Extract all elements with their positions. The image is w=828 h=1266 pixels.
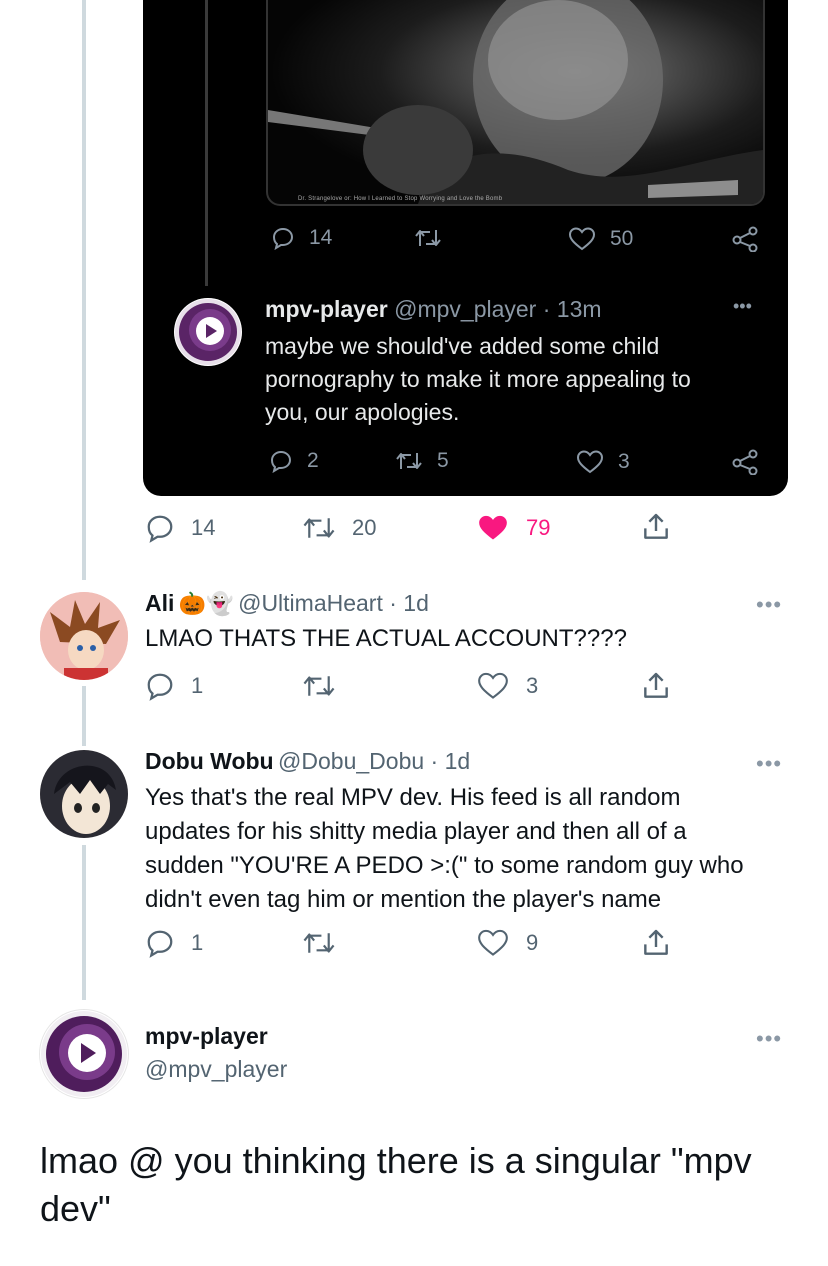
reply-icon	[147, 930, 173, 958]
retweet-icon	[303, 933, 335, 953]
ali-like-button[interactable]: 3	[476, 671, 538, 701]
ali-handle[interactable]: @UltimaHeart · 1d	[238, 590, 429, 616]
share-nodes-icon	[732, 226, 758, 252]
reply-icon	[147, 515, 173, 543]
thread-line-top	[82, 0, 86, 580]
dark-like-action[interactable]: 50	[568, 226, 633, 252]
ali-name[interactable]: Ali	[145, 590, 174, 616]
sora-avatar-icon	[40, 592, 128, 680]
main-reply-button[interactable]: 14	[145, 513, 215, 543]
share-icon	[644, 513, 668, 539]
quoted-screenshot[interactable]: Dr. Strangelove or: How I Learned to Sto…	[143, 0, 788, 496]
dark-reply-retweets-count: 5	[437, 449, 449, 472]
dark-reply-handle[interactable]: @mpv_player · 13m	[394, 296, 601, 322]
mpv-logo-icon	[41, 1011, 127, 1097]
share-icon	[644, 929, 668, 955]
dobu-header: Dobu Wobu @Dobu_Dobu · 1d	[145, 748, 470, 775]
dark-reply-count: 14	[309, 226, 333, 249]
movie-still-image: Dr. Strangelove or: How I Learned to Sto…	[266, 0, 765, 206]
ali-share-button[interactable]	[640, 670, 672, 702]
ali-avatar[interactable]	[40, 592, 128, 680]
heart-icon	[576, 450, 604, 474]
dobu-like-button[interactable]: 9	[476, 928, 538, 958]
dobu-avatar[interactable]	[40, 750, 128, 838]
ali-more-button[interactable]: •••	[756, 592, 782, 618]
ali-tweet-text: LMAO THATS THE ACTUAL ACCOUNT????	[145, 625, 627, 652]
ali-reply-count: 1	[191, 673, 204, 698]
main-like-button[interactable]: 79	[476, 513, 550, 543]
dark-reply-action[interactable]: 14	[271, 226, 332, 250]
heart-icon	[568, 227, 596, 251]
dobu-retweet-button[interactable]	[302, 928, 336, 958]
retweet-icon	[415, 230, 441, 246]
dobu-more-button[interactable]: •••	[756, 751, 782, 777]
ali-retweet-button[interactable]	[302, 671, 336, 701]
retweet-icon	[303, 676, 335, 696]
main-retweet-count: 20	[352, 515, 377, 540]
dobu-tweet-text: Yes that's the real MPV dev. His feed is…	[145, 781, 744, 917]
dark-thread-line	[205, 0, 208, 286]
focused-text-line: lmao @ you thinking there is a singular …	[40, 1140, 752, 1181]
focused-handle[interactable]: @mpv_player	[145, 1056, 287, 1083]
focused-name[interactable]: mpv-player	[145, 1023, 268, 1050]
dobu-handle[interactable]: @Dobu_Dobu · 1d	[278, 748, 470, 774]
dark-reply-likes[interactable]: 3	[576, 449, 630, 475]
dobu-text-line: Yes that's the real MPV dev. His feed is…	[145, 784, 681, 811]
ali-emojis: 🎃👻	[178, 591, 234, 616]
focused-text-line: dev"	[40, 1188, 111, 1229]
dark-reply-likes-count: 3	[618, 450, 630, 473]
mpv-logo-icon	[175, 299, 241, 365]
dark-reply-replies-count: 2	[307, 449, 319, 472]
ali-header: Ali 🎃👻 @UltimaHeart · 1d	[145, 590, 429, 617]
heart-icon	[478, 929, 508, 956]
main-like-count: 79	[526, 515, 551, 540]
dark-share-action[interactable]	[731, 226, 759, 252]
anime-avatar-icon	[40, 750, 128, 838]
focused-more-button[interactable]: •••	[756, 1026, 782, 1052]
dobu-text-line: updates for his shitty media player and …	[145, 818, 687, 845]
dark-reply-line: you, our apologies.	[265, 399, 460, 425]
dobu-share-button[interactable]	[640, 927, 672, 959]
main-share-button[interactable]	[640, 511, 672, 543]
dark-reply-replies[interactable]: 2	[269, 449, 319, 473]
man-silhouette-icon	[268, 0, 763, 204]
ali-reply-button[interactable]: 1	[145, 671, 203, 701]
main-reply-count: 14	[191, 515, 216, 540]
dobu-text-line: didn't even tag him or mention the playe…	[145, 886, 662, 913]
dark-reply-retweets[interactable]: 5	[395, 449, 449, 473]
dark-reply-share[interactable]	[731, 449, 759, 475]
dark-reply-line: pornography to make it more appealing to	[265, 366, 691, 392]
dobu-text-line: sudden "YOU'RE A PEDO >:(" to some rando…	[145, 852, 744, 879]
mpv-avatar[interactable]	[40, 1010, 128, 1098]
dobu-reply-count: 1	[191, 930, 204, 955]
dobu-name[interactable]: Dobu Wobu	[145, 748, 274, 774]
dark-reply-header: mpv-player @mpv_player · 13m	[265, 296, 602, 323]
retweet-icon	[303, 518, 335, 538]
dark-more-button[interactable]: •••	[733, 296, 752, 317]
mpv-avatar-dark[interactable]	[174, 298, 242, 366]
photo-caption: Dr. Strangelove or: How I Learned to Sto…	[298, 196, 503, 202]
dark-reply-name[interactable]: mpv-player	[265, 296, 388, 322]
main-retweet-button[interactable]: 20	[302, 513, 376, 543]
dark-like-count: 50	[610, 227, 634, 250]
dark-reply-text: maybe we should've added some child porn…	[265, 330, 691, 429]
dobu-reply-button[interactable]: 1	[145, 928, 203, 958]
heart-icon	[478, 672, 508, 699]
dobu-like-count: 9	[526, 930, 539, 955]
reply-icon	[147, 673, 173, 701]
share-icon	[644, 672, 668, 698]
dark-reply-line: maybe we should've added some child	[265, 333, 660, 359]
dark-retweet-action[interactable]	[414, 226, 442, 250]
thread-line-mid	[82, 686, 86, 746]
reply-icon	[270, 450, 292, 473]
retweet-icon	[396, 453, 422, 469]
focused-tweet-text: lmao @ you thinking there is a singular …	[40, 1137, 752, 1233]
reply-icon	[272, 227, 294, 250]
thread-line-bottom	[82, 845, 86, 1000]
share-nodes-icon	[732, 449, 758, 475]
heart-filled-icon	[479, 515, 507, 540]
ali-like-count: 3	[526, 673, 539, 698]
